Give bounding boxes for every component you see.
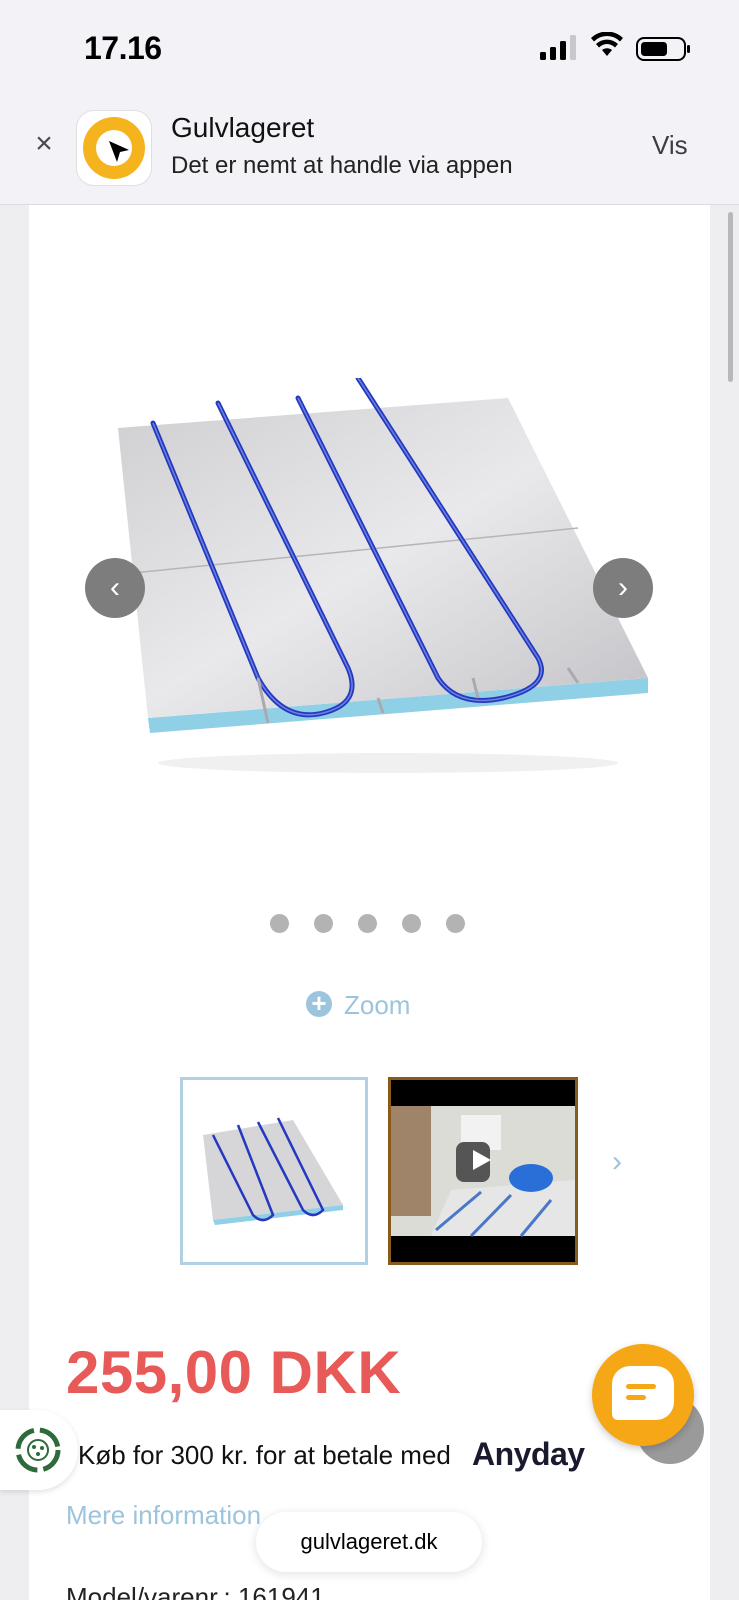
- browser-address-pill[interactable]: gulvlageret.dk: [256, 1512, 482, 1572]
- scrollbar[interactable]: [728, 212, 733, 382]
- battery-icon: [636, 37, 690, 61]
- gallery-next-button[interactable]: ›: [593, 558, 653, 618]
- pagination-dot[interactable]: [358, 914, 377, 933]
- cursor-arrow-icon: [109, 141, 129, 162]
- product-price: 255,00 DKK: [66, 1339, 402, 1406]
- pagination-dot[interactable]: [270, 914, 289, 933]
- banner-app-name: Gulvlageret: [171, 112, 315, 143]
- floor-panel-thumbnail-icon: [203, 1117, 343, 1225]
- more-information-link[interactable]: Mere information: [66, 1500, 261, 1531]
- gallery-prev-button[interactable]: ‹: [85, 558, 145, 618]
- installation-video-preview: [391, 1080, 575, 1262]
- model-number: Model/varenr.: 161941: [66, 1582, 325, 1600]
- product-image: [118, 378, 648, 773]
- zoom-label: Zoom: [344, 990, 411, 1020]
- chat-button[interactable]: [592, 1344, 694, 1446]
- status-bar: 17.16: [0, 0, 739, 100]
- pagination-dot[interactable]: [446, 914, 465, 933]
- pagination-dot[interactable]: [314, 914, 333, 933]
- recycle-leaf-icon: [15, 1427, 61, 1473]
- plus-circle-icon: +: [306, 990, 332, 1017]
- status-time: 17.16: [84, 30, 162, 66]
- eco-badge[interactable]: [0, 1410, 78, 1490]
- banner-subtitle: Det er nemt at handle via appen: [171, 152, 513, 179]
- thumbnail-image[interactable]: [180, 1077, 368, 1265]
- screen: 17.16 × Gulvlageret Det er nemt at handl…: [0, 0, 739, 1600]
- pagination-dot[interactable]: [402, 914, 421, 933]
- banner-open-button[interactable]: Vis: [652, 130, 688, 161]
- wifi-icon: [591, 32, 623, 56]
- anyday-info-text: Køb for 300 kr. for at betale med: [78, 1440, 451, 1470]
- chat-bubble-line: [626, 1395, 646, 1400]
- cellular-signal-icon: [540, 35, 576, 60]
- video-thumbnail[interactable]: [388, 1077, 578, 1265]
- banner-close-button[interactable]: ×: [30, 129, 58, 159]
- smart-app-banner: × Gulvlageret Det er nemt at handle via …: [0, 100, 739, 205]
- thumbnail-next-button[interactable]: ›: [612, 1145, 622, 1179]
- anyday-logo: Anyday: [472, 1436, 585, 1472]
- chat-bubble-icon: [612, 1366, 674, 1420]
- chat-bubble-line: [626, 1384, 656, 1389]
- app-icon: [76, 110, 152, 186]
